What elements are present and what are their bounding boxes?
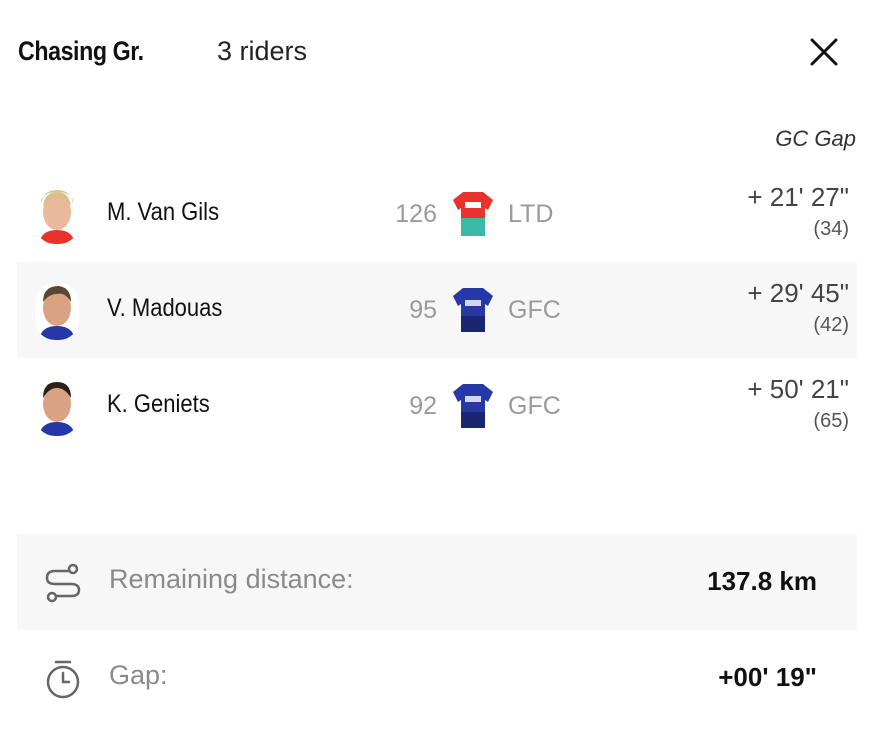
gap-label: Gap: [109, 660, 168, 690]
jersey-icon [451, 382, 495, 430]
bib-number: 126 [395, 200, 437, 228]
gc-rank: (65) [813, 410, 849, 432]
gc-gap-time: + 50' 21" [747, 374, 849, 404]
close-icon[interactable] [802, 30, 846, 74]
rider-row[interactable]: V. Madouas 95 GFC + 29' 45" (42) [17, 262, 857, 358]
close-button[interactable] [802, 30, 846, 74]
bib-number: 92 [409, 392, 437, 420]
team-code: LTD [508, 200, 554, 228]
gc-rank: (34) [813, 218, 849, 240]
jersey-icon [451, 190, 495, 238]
team-code: GFC [508, 296, 561, 324]
rider-list: M. Van Gils 126 LTD + 21' 27" (34) V. Ma… [17, 166, 857, 454]
rider-row[interactable]: K. Geniets 92 GFC + 50' 21" (65) [17, 358, 857, 454]
gc-rank: (42) [813, 314, 849, 336]
gap-value: +00' 19" [718, 662, 817, 692]
stopwatch-icon [43, 658, 83, 700]
rider-avatar [35, 186, 79, 244]
bib-number: 95 [409, 296, 437, 324]
remaining-distance-label: Remaining distance: [109, 564, 354, 594]
route-icon [43, 562, 83, 604]
rider-avatar [35, 378, 79, 436]
remaining-distance-row: Remaining distance: 137.8 km [17, 534, 857, 630]
rider-count: 3 riders [217, 36, 308, 66]
rider-avatar [35, 282, 79, 340]
jersey-icon [451, 286, 495, 334]
rider-name: M. Van Gils [107, 198, 220, 226]
remaining-distance-value: 137.8 km [707, 566, 817, 596]
rider-name: K. Geniets [107, 390, 210, 418]
gap-row: Gap: +00' 19" [17, 630, 857, 726]
gc-gap-column-header: GC Gap [775, 126, 856, 151]
gc-gap-time: + 29' 45" [747, 278, 849, 308]
group-title: Chasing Gr. [18, 36, 144, 66]
panel-header: Chasing Gr. 3 riders [0, 0, 880, 110]
gc-gap-time: + 21' 27" [747, 182, 849, 212]
rider-name: V. Madouas [107, 294, 223, 322]
team-code: GFC [508, 392, 561, 420]
rider-row[interactable]: M. Van Gils 126 LTD + 21' 27" (34) [17, 166, 857, 262]
